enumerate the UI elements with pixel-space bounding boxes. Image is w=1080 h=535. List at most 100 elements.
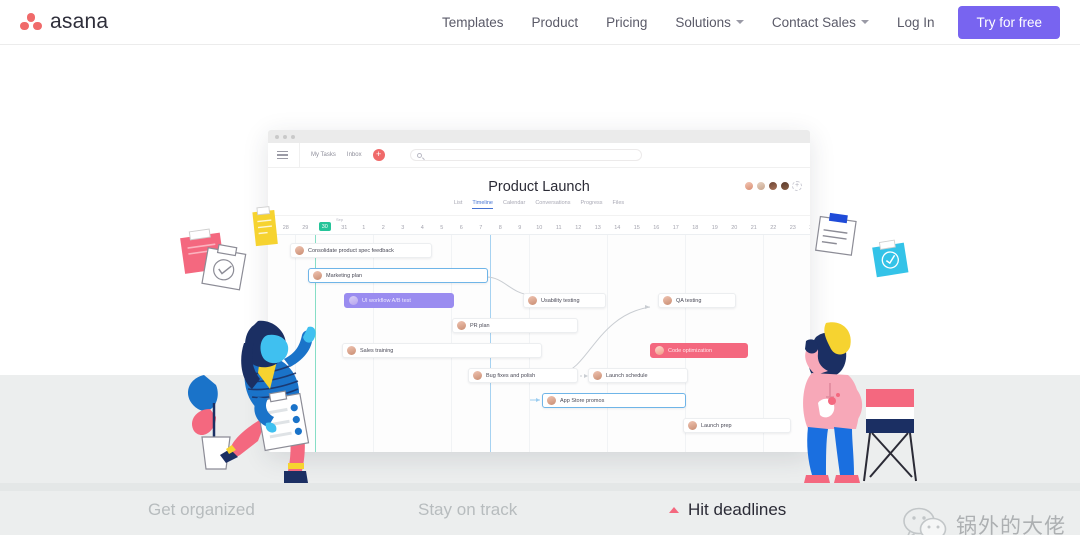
toolbar-my-tasks[interactable]: My Tasks: [311, 152, 336, 158]
search-input[interactable]: [409, 149, 642, 161]
avatar[interactable]: [768, 181, 778, 191]
ruler-tick: 19: [711, 225, 718, 231]
try-for-free-button[interactable]: Try for free: [958, 5, 1060, 39]
ruler-tick: 15: [633, 225, 640, 231]
nav-link-solutions[interactable]: Solutions: [661, 9, 758, 36]
ruler-tick: 1: [362, 225, 366, 231]
task-label: Bug fixes and polish: [486, 372, 536, 379]
ruler-tick: 17: [672, 225, 679, 231]
member-avatars: +: [744, 181, 802, 191]
active-feature-marker-icon: [669, 507, 679, 513]
timeline-task-bar[interactable]: Marketing plan: [308, 268, 488, 283]
timeline-task-bar[interactable]: UI workflow A/B test: [344, 293, 454, 308]
task-label: QA testing: [676, 297, 702, 304]
ruler-tick: 3: [401, 225, 405, 231]
nav-link-product[interactable]: Product: [518, 9, 593, 36]
task-assignee-avatar: [295, 246, 304, 255]
task-label: PR plan: [470, 322, 490, 329]
add-member-button[interactable]: +: [792, 181, 802, 191]
ruler-tick: 13: [594, 225, 601, 231]
feature-stay-on-track[interactable]: Stay on track Follow projects and tasks …: [418, 500, 688, 535]
avatar[interactable]: [744, 181, 754, 191]
nav-link-label: Templates: [442, 14, 504, 30]
brand-name: asana: [50, 10, 109, 33]
chevron-down-icon: [860, 20, 869, 24]
feature-title: Stay on track: [418, 500, 518, 519]
ruler-tick: 21: [750, 225, 757, 231]
quick-add-button[interactable]: +: [372, 149, 385, 161]
watermark: 锅外的大佬: [902, 507, 1066, 535]
nav-link-label: Product: [531, 14, 579, 30]
ruler-tick: 12: [575, 225, 582, 231]
sticky-note-blue-lines-icon: [815, 212, 857, 256]
toolbar-inbox[interactable]: Inbox: [347, 152, 362, 158]
feature-get-organized[interactable]: Get organized Plan and structure work in…: [148, 500, 418, 535]
task-label: Usability testing: [541, 297, 580, 304]
asana-logo[interactable]: asana: [20, 10, 108, 34]
timeline-task-bar[interactable]: Consolidate product spec feedback: [290, 243, 432, 258]
task-assignee-avatar: [655, 346, 664, 355]
illustration-person-with-clipboard: [187, 320, 316, 483]
tab-list[interactable]: List: [454, 200, 463, 209]
timeline-task-bar[interactable]: Bug fixes and polish: [468, 368, 578, 383]
timeline-task-bar[interactable]: Launch schedule: [588, 368, 688, 383]
task-assignee-avatar: [473, 371, 482, 380]
task-assignee-avatar: [457, 321, 466, 330]
avatar[interactable]: [780, 181, 790, 191]
nav-link-contact-sales[interactable]: Contact Sales: [758, 9, 883, 36]
project-title: Product Launch: [488, 179, 590, 195]
timeline-task-bar[interactable]: Launch prep: [683, 418, 791, 433]
ruler-tick: 10: [536, 225, 543, 231]
project-header: Product Launch List Timeline Calendar Co…: [268, 168, 810, 215]
ruler-tick: 29: [302, 225, 309, 231]
nav-link-templates[interactable]: Templates: [428, 9, 518, 36]
ruler-tick: 14: [614, 225, 621, 231]
nav-link-log-in[interactable]: Log In: [883, 9, 949, 36]
ruler-tick-today: 30: [315, 222, 335, 234]
task-assignee-avatar: [349, 296, 358, 305]
timeline-task-bar[interactable]: QA testing: [658, 293, 736, 308]
tab-progress[interactable]: Progress: [581, 200, 603, 209]
task-assignee-avatar: [593, 371, 602, 380]
ruler-tick: 11: [555, 225, 562, 231]
ruler-tick: 18: [692, 225, 699, 231]
sticky-note-cyan-check-icon: [872, 239, 909, 278]
sticky-note-yellow-icon: [252, 206, 278, 247]
tab-calendar[interactable]: Calendar: [503, 200, 525, 209]
wechat-icon: [903, 507, 947, 535]
task-assignee-avatar: [313, 271, 322, 280]
ruler-tick: 7: [479, 225, 483, 231]
nav-link-pricing[interactable]: Pricing: [592, 9, 661, 36]
ruler-tick: 8: [498, 225, 502, 231]
timeline-ruler: Sep 28 29 30 31 1 2 3 4 5 6 7 8 9 10 11 12 13 14 15 16 17 18 1…: [268, 215, 810, 235]
task-assignee-avatar: [347, 346, 356, 355]
window-dot: [275, 134, 279, 139]
hamburger-menu-icon[interactable]: [277, 151, 288, 159]
task-assignee-avatar: [547, 396, 556, 405]
nav-link-label: Pricing: [606, 14, 648, 30]
tab-timeline[interactable]: Timeline: [472, 200, 493, 209]
task-assignee-avatar: [688, 421, 697, 430]
task-label: Consolidate product spec feedback: [308, 247, 394, 254]
timeline-task-bar[interactable]: Usability testing: [523, 293, 606, 308]
asana-dots-icon: [20, 12, 42, 32]
window-dot: [291, 134, 295, 139]
tab-files[interactable]: Files: [613, 200, 625, 209]
timeline-task-bar[interactable]: App Store promos: [542, 393, 686, 408]
ruler-tick: 20: [731, 225, 738, 231]
timeline-task-bar[interactable]: PR plan: [452, 318, 578, 333]
window-chrome: [268, 130, 810, 143]
sticky-note-check-icon: [201, 243, 247, 291]
tab-conversations[interactable]: Conversations: [535, 200, 570, 209]
feature-title: Get organized: [148, 500, 255, 519]
timeline-task-bar[interactable]: Sales training: [342, 343, 542, 358]
hero-section: My Tasks Inbox + Product Launch List Tim…: [0, 45, 1080, 535]
task-label: Code optimization: [668, 347, 713, 354]
timeline-task-bar[interactable]: Code optimization: [650, 343, 748, 358]
watermark-text: 锅外的大佬: [956, 514, 1066, 535]
task-label: Marketing plan: [326, 272, 363, 279]
avatar[interactable]: [756, 181, 766, 191]
app-toolbar: My Tasks Inbox +: [268, 142, 810, 168]
task-label: UI workflow A/B test: [362, 297, 411, 304]
window-dot: [283, 134, 287, 139]
